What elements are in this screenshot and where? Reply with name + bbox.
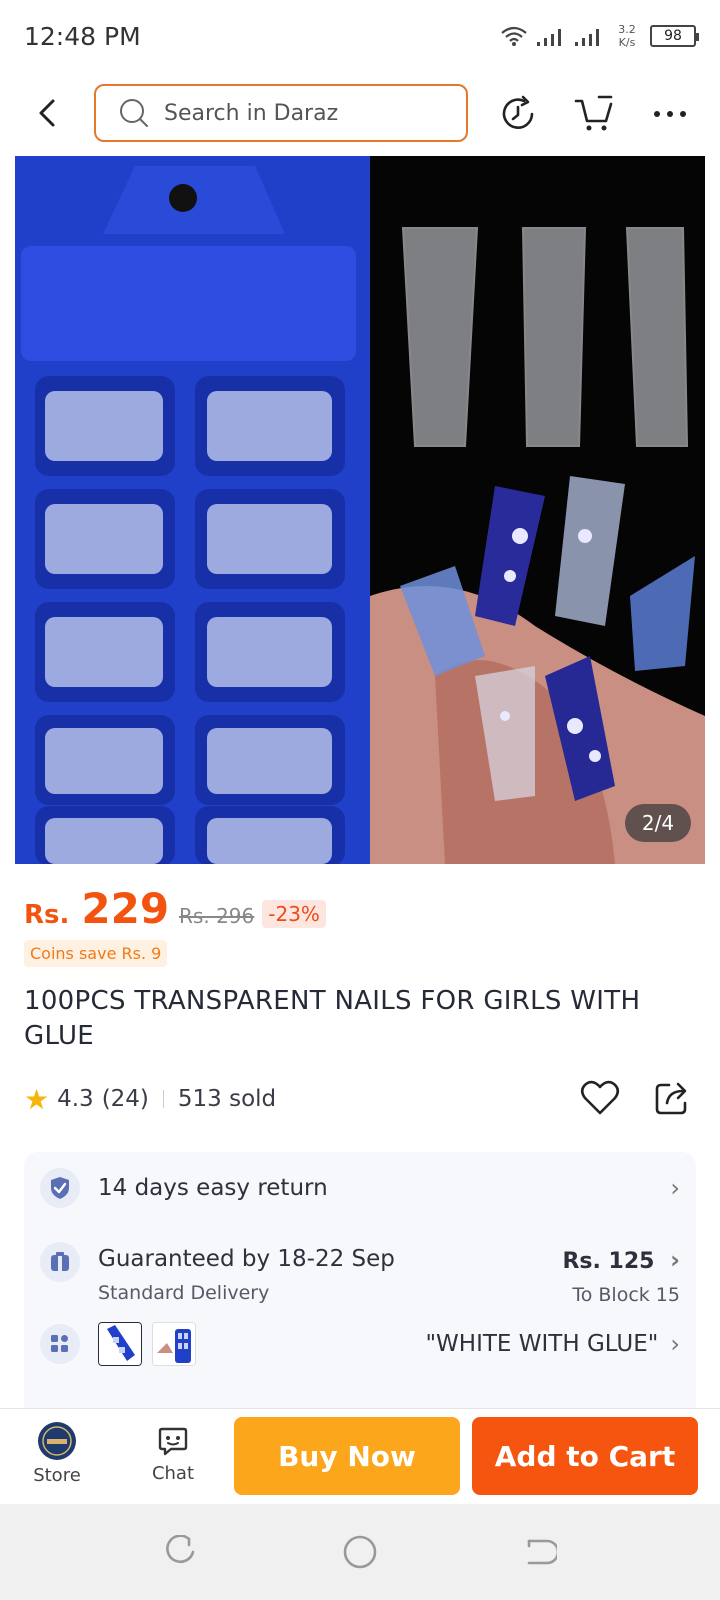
recent-apps-button[interactable] bbox=[156, 1528, 204, 1576]
home-button[interactable] bbox=[336, 1528, 384, 1576]
price-row: Rs. 229 Rs. 296 -23% bbox=[24, 884, 326, 933]
share-icon bbox=[655, 1082, 687, 1115]
product-photo bbox=[15, 156, 705, 864]
back-nav-icon bbox=[527, 1539, 557, 1565]
review-count: (24) bbox=[101, 1086, 149, 1112]
delivery-info: Guaranteed by 18-22 Sep Standard Deliver… bbox=[98, 1242, 395, 1304]
more-icon bbox=[654, 111, 686, 117]
service-info-card: 14 days easy return › Guaranteed by 18-2… bbox=[24, 1152, 696, 1410]
variant-thumbnail[interactable] bbox=[98, 1322, 142, 1366]
delivery-box-icon bbox=[40, 1242, 80, 1282]
history-icon bbox=[502, 95, 534, 129]
back-button[interactable] bbox=[24, 90, 70, 136]
home-circle-icon bbox=[343, 1535, 377, 1569]
network-speed-value: 3.2 bbox=[618, 23, 636, 36]
original-price: Rs. 296 bbox=[179, 904, 255, 928]
delivery-fee: Rs. 125 bbox=[562, 1249, 655, 1274]
network-speed: 3.2 K/s bbox=[612, 23, 642, 49]
grid-icon bbox=[40, 1324, 80, 1364]
share-button[interactable] bbox=[650, 1076, 694, 1120]
wishlist-button[interactable] bbox=[578, 1076, 622, 1120]
chevron-right-icon: › bbox=[670, 1246, 680, 1274]
store-logo-icon bbox=[38, 1422, 76, 1460]
divider bbox=[162, 1090, 164, 1108]
status-time: 12:48 PM bbox=[24, 21, 141, 51]
search-icon bbox=[120, 99, 148, 127]
search-bar[interactable] bbox=[94, 84, 468, 142]
signal-icon-2 bbox=[575, 29, 599, 46]
variant-row[interactable]: "WHITE WITH GLUE" › bbox=[40, 1322, 680, 1366]
recent-apps-icon bbox=[166, 1535, 195, 1564]
price-currency: Rs. bbox=[24, 900, 70, 930]
selected-variant: "WHITE WITH GLUE" bbox=[425, 1331, 659, 1357]
rating-row[interactable]: ★ 4.3 (24) 513 sold bbox=[24, 1080, 276, 1118]
cart-icon bbox=[574, 95, 613, 131]
chat-button[interactable]: Chat bbox=[138, 1421, 208, 1484]
wifi-icon bbox=[501, 26, 527, 46]
price-value: 229 bbox=[81, 884, 170, 933]
back-arrow-icon bbox=[39, 99, 55, 127]
battery-indicator: 98 bbox=[650, 25, 699, 47]
variant-thumbnail[interactable] bbox=[152, 1322, 196, 1366]
delivery-row[interactable]: Guaranteed by 18-22 Sep Standard Deliver… bbox=[40, 1242, 680, 1306]
sold-count: 513 sold bbox=[177, 1086, 277, 1112]
delivery-location: To Block 15 bbox=[572, 1284, 680, 1306]
history-button[interactable] bbox=[492, 88, 544, 140]
buy-now-button[interactable]: Buy Now bbox=[234, 1417, 460, 1495]
status-bar: 12:48 PM 3.2 K/s 98 bbox=[0, 0, 720, 72]
discount-badge: -23% bbox=[262, 900, 326, 928]
system-nav-bar bbox=[0, 1504, 720, 1600]
more-button[interactable] bbox=[644, 88, 696, 140]
cart-button[interactable] bbox=[568, 88, 620, 140]
heart-icon bbox=[580, 1080, 620, 1115]
signal-icon bbox=[537, 29, 561, 46]
rating-value: 4.3 bbox=[57, 1086, 94, 1112]
image-counter: 2/4 bbox=[625, 804, 691, 842]
chat-icon bbox=[158, 1427, 188, 1456]
search-input[interactable] bbox=[164, 100, 424, 126]
delivery-type: Standard Delivery bbox=[98, 1282, 270, 1304]
product-image-carousel[interactable]: 2/4 bbox=[15, 156, 705, 864]
delivery-guarantee: Guaranteed by 18-22 Sep bbox=[98, 1246, 395, 1272]
shield-check-icon bbox=[40, 1168, 80, 1208]
top-nav bbox=[0, 80, 720, 146]
delivery-fee-block: Rs. 125 › To Block 15 bbox=[562, 1242, 680, 1306]
return-policy-text: 14 days easy return bbox=[98, 1175, 328, 1201]
bottom-action-bar: Store Chat Buy Now Add to Cart bbox=[0, 1408, 720, 1504]
star-icon: ★ bbox=[24, 1082, 50, 1116]
store-button[interactable]: Store bbox=[22, 1421, 92, 1486]
chevron-right-icon: › bbox=[670, 1330, 680, 1358]
status-indicators: 3.2 K/s 98 bbox=[500, 23, 699, 49]
coins-badge: Coins save Rs. 9 bbox=[24, 940, 168, 967]
network-speed-unit: K/s bbox=[618, 36, 636, 49]
return-policy-row[interactable]: 14 days easy return › bbox=[40, 1168, 680, 1208]
add-to-cart-button[interactable]: Add to Cart bbox=[472, 1417, 698, 1495]
back-nav-button[interactable] bbox=[516, 1528, 564, 1576]
chat-label: Chat bbox=[151, 1463, 195, 1484]
store-label: Store bbox=[33, 1465, 81, 1486]
chevron-right-icon: › bbox=[670, 1174, 680, 1202]
product-title: 100PCS TRANSPARENT NAILS FOR GIRLS WITH … bbox=[24, 986, 641, 1051]
